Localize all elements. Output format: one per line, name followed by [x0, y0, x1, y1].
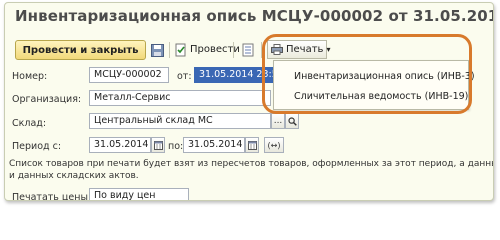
print-label: Печать [286, 44, 324, 55]
save-icon[interactable] [149, 42, 165, 58]
toolbar-separator [261, 42, 262, 58]
from-label: от: [177, 71, 192, 82]
post-and-close-button[interactable]: Провести и закрыть [15, 40, 146, 60]
document-window: Инвентаризационная опись МСЦУ-000002 от … [4, 2, 494, 201]
warehouse-select-button[interactable]: ... [271, 113, 285, 129]
period-select-button[interactable]: (↔) [264, 137, 284, 153]
print-prices-label: Печатать цены: [12, 192, 92, 201]
toolbar-separator [233, 42, 234, 58]
info-note-continued: и данных складских актов. [9, 171, 139, 181]
calendar-icon[interactable] [245, 137, 259, 153]
printer-icon [271, 44, 283, 55]
menu-item-inv19[interactable]: Сличительная ведомость (ИНВ-19) [294, 91, 468, 102]
post-icon[interactable] [173, 42, 189, 58]
info-note: Список товаров при печати будет взят из … [9, 159, 494, 169]
print-prices-field[interactable]: По виду цен [89, 188, 189, 200]
period-to-label: по: [168, 141, 184, 152]
calendar-icon[interactable] [151, 137, 165, 153]
period-from-label: Период с: [12, 141, 62, 152]
window-title: Инвентаризационная опись МСЦУ-000002 от … [15, 7, 493, 25]
period-to-field[interactable]: 31.05.2014 [183, 137, 245, 153]
print-menu: Инвентаризационная опись (ИНВ-3) Сличите… [273, 60, 475, 110]
toolbar-separator [169, 42, 170, 58]
chevron-down-icon: ▾ [326, 45, 331, 54]
number-label: Номер: [12, 71, 48, 82]
print-button[interactable]: Печать ▾ [267, 40, 331, 59]
period-from-field[interactable]: 31.05.2014 [89, 137, 151, 153]
warehouse-field[interactable]: Центральный склад МС [89, 113, 271, 129]
toolbar: Провести и закрыть Провести [11, 40, 491, 60]
warehouse-label: Склад: [12, 118, 47, 129]
search-icon[interactable] [285, 113, 299, 129]
menu-item-inv3[interactable]: Инвентаризационная опись (ИНВ-3) [294, 71, 475, 82]
organization-field[interactable]: Металл-Сервис [89, 90, 271, 106]
date-field[interactable]: 31.05.2014 23:5 [194, 67, 274, 83]
number-field[interactable]: МСЦУ-000002 [89, 67, 169, 83]
organization-label: Организация: [12, 94, 82, 105]
list-icon[interactable] [240, 42, 256, 58]
